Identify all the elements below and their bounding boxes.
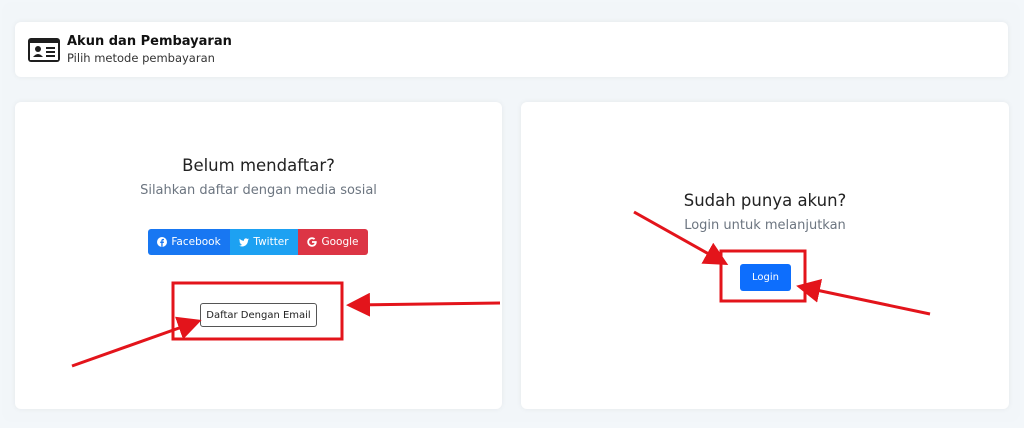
facebook-icon <box>157 237 168 247</box>
login-subtitle: Login untuk melanjutkan <box>684 218 846 233</box>
login-button[interactable]: Login <box>740 264 791 291</box>
twitter-icon <box>239 237 250 246</box>
google-label: Google <box>321 236 359 248</box>
register-subtitle: Silahkan daftar dengan media sosial <box>140 183 377 198</box>
login-card: Sudah punya akun? Login untuk melanjutka… <box>521 102 1009 409</box>
page-container: Akun dan Pembayaran Pilih metode pembaya… <box>2 2 1020 422</box>
twitter-label: Twitter <box>253 236 289 248</box>
page-subtitle: Pilih metode pembayaran <box>67 51 215 65</box>
id-card-icon <box>28 38 60 62</box>
google-icon <box>307 237 318 247</box>
page-title: Akun dan Pembayaran <box>67 34 232 49</box>
header-card: Akun dan Pembayaran Pilih metode pembaya… <box>15 22 1008 77</box>
facebook-label: Facebook <box>171 236 221 248</box>
register-email-button[interactable]: Daftar Dengan Email <box>200 303 317 327</box>
facebook-button[interactable]: Facebook <box>148 229 230 255</box>
register-title: Belum mendaftar? <box>182 156 335 175</box>
social-button-group: Facebook Twitter Google <box>148 229 368 255</box>
google-button[interactable]: Google <box>298 229 368 255</box>
login-title: Sudah punya akun? <box>683 191 847 210</box>
twitter-button[interactable]: Twitter <box>230 229 298 255</box>
register-card: Belum mendaftar? Silahkan daftar dengan … <box>15 102 502 409</box>
